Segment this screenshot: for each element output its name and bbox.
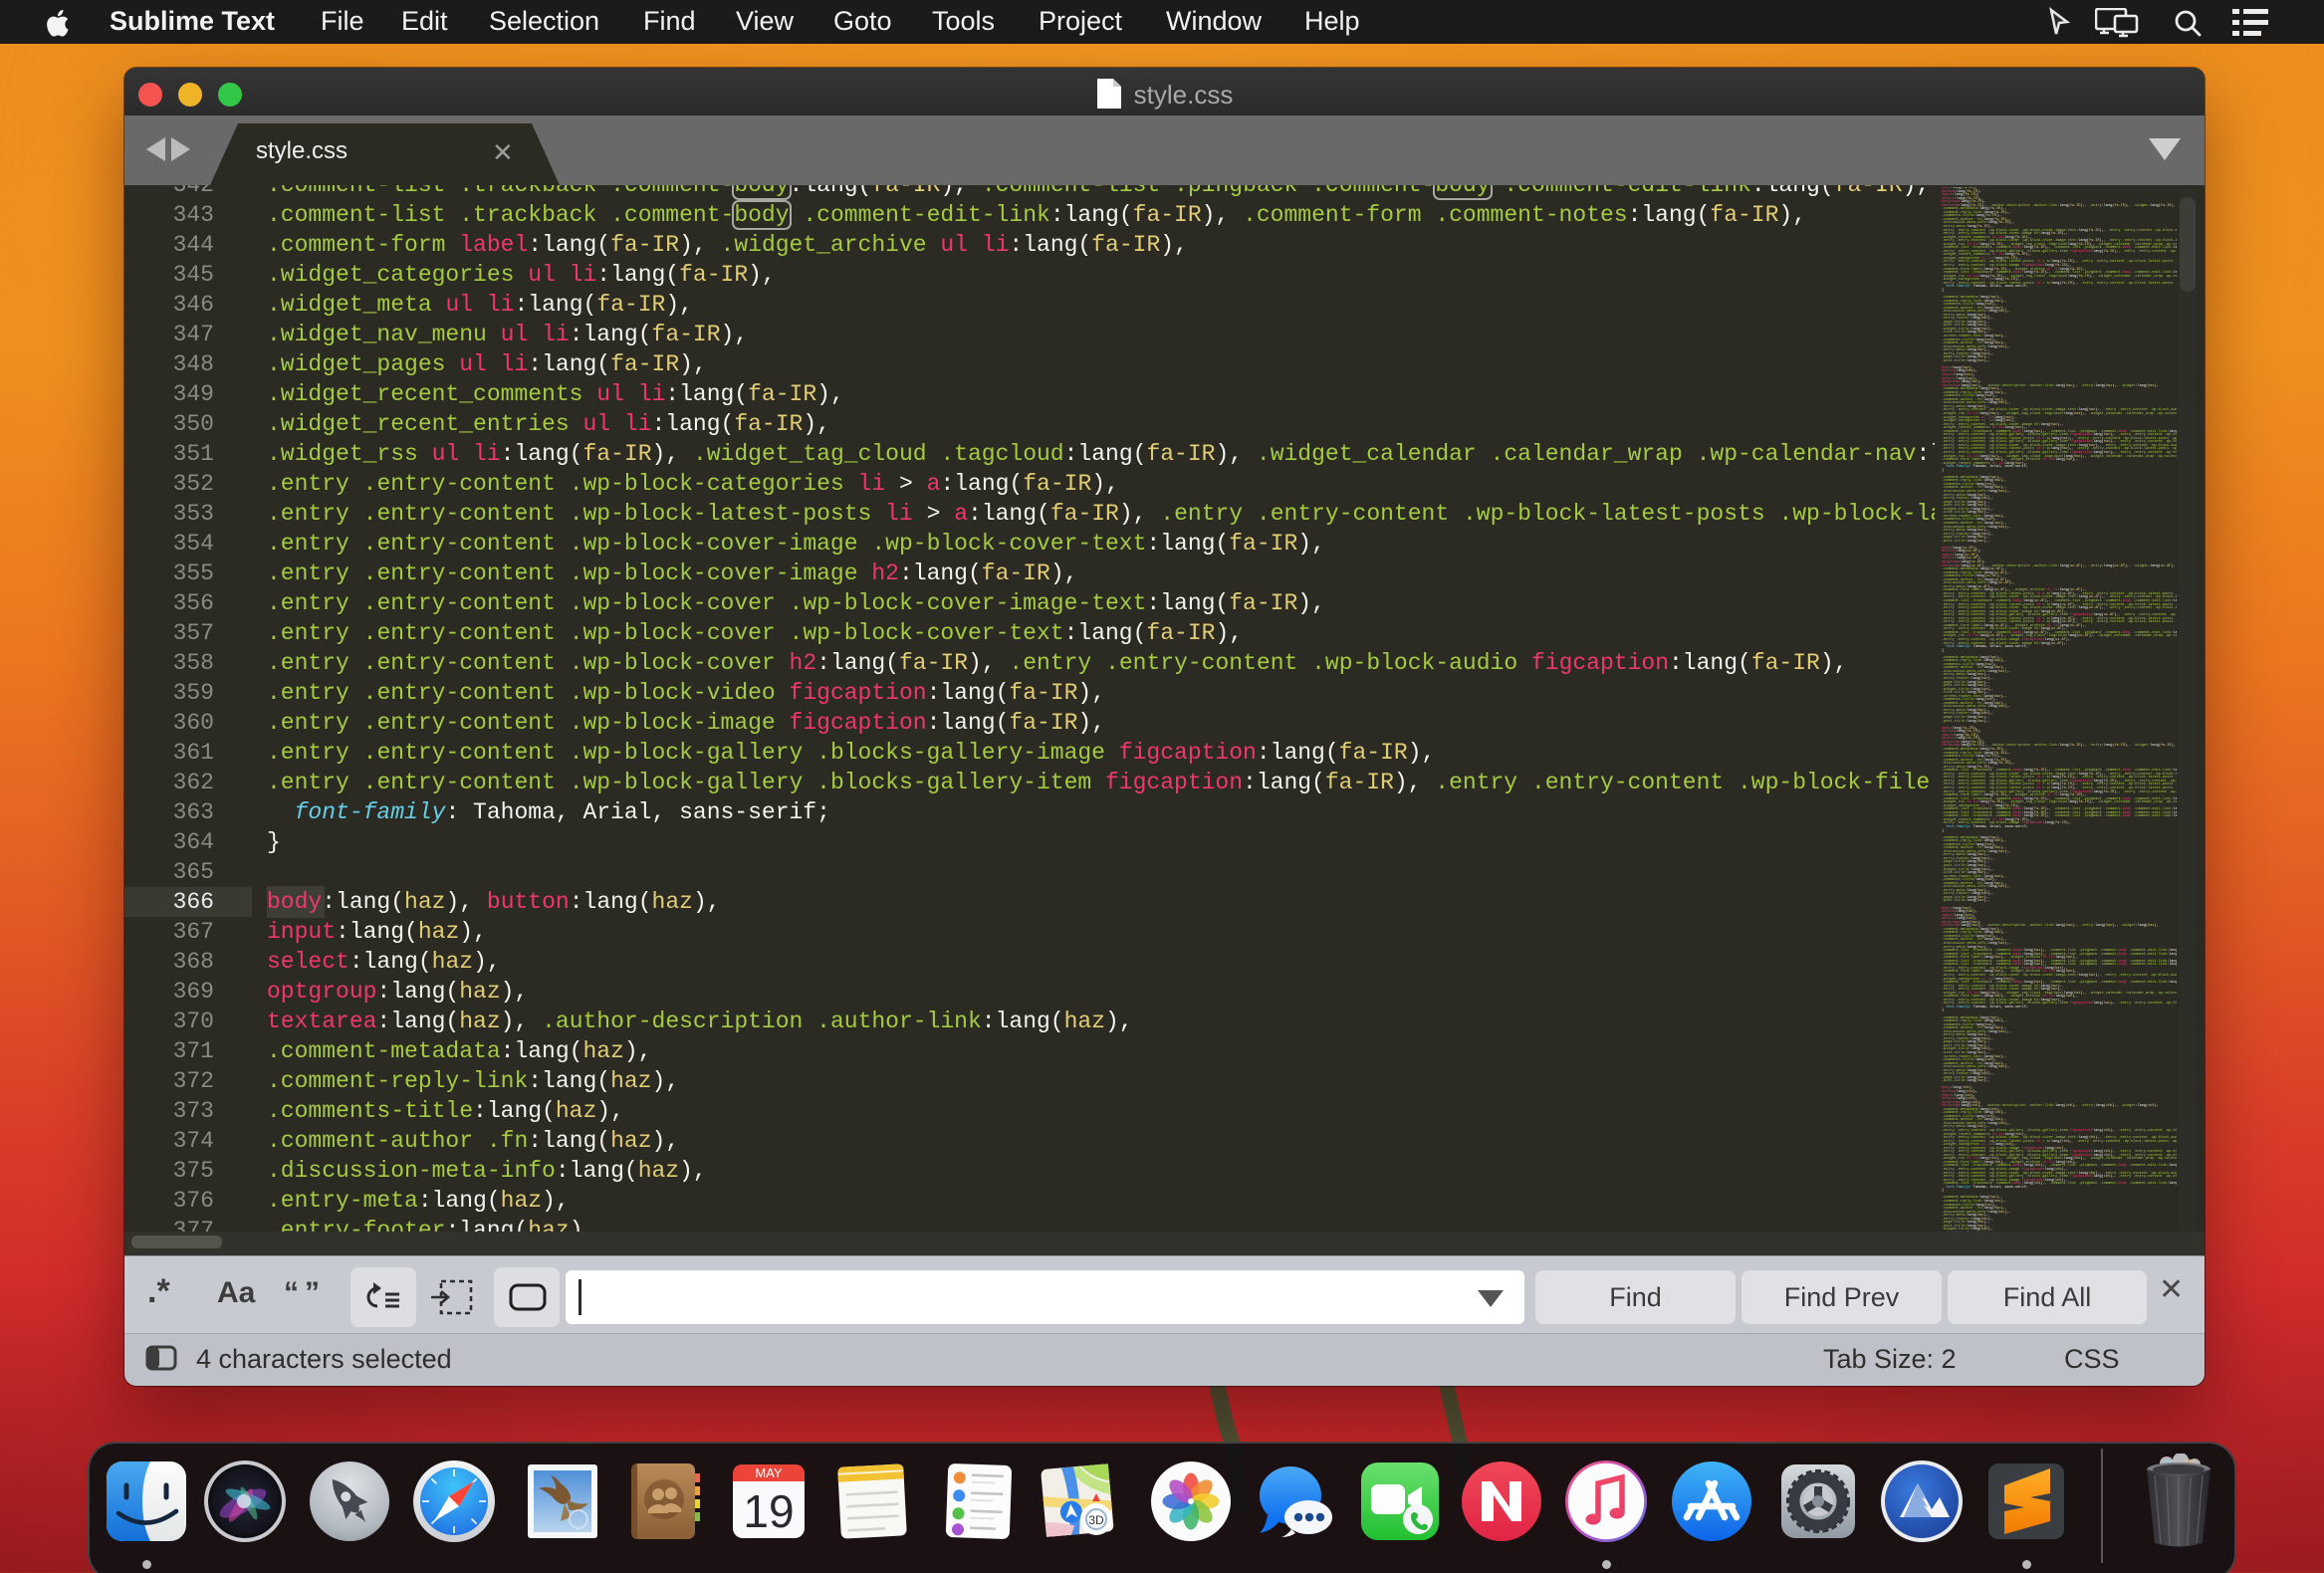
svg-text:3D: 3D [1088,1513,1104,1527]
svg-text:MAY: MAY [755,1465,783,1480]
svg-text:19: 19 [743,1485,794,1537]
